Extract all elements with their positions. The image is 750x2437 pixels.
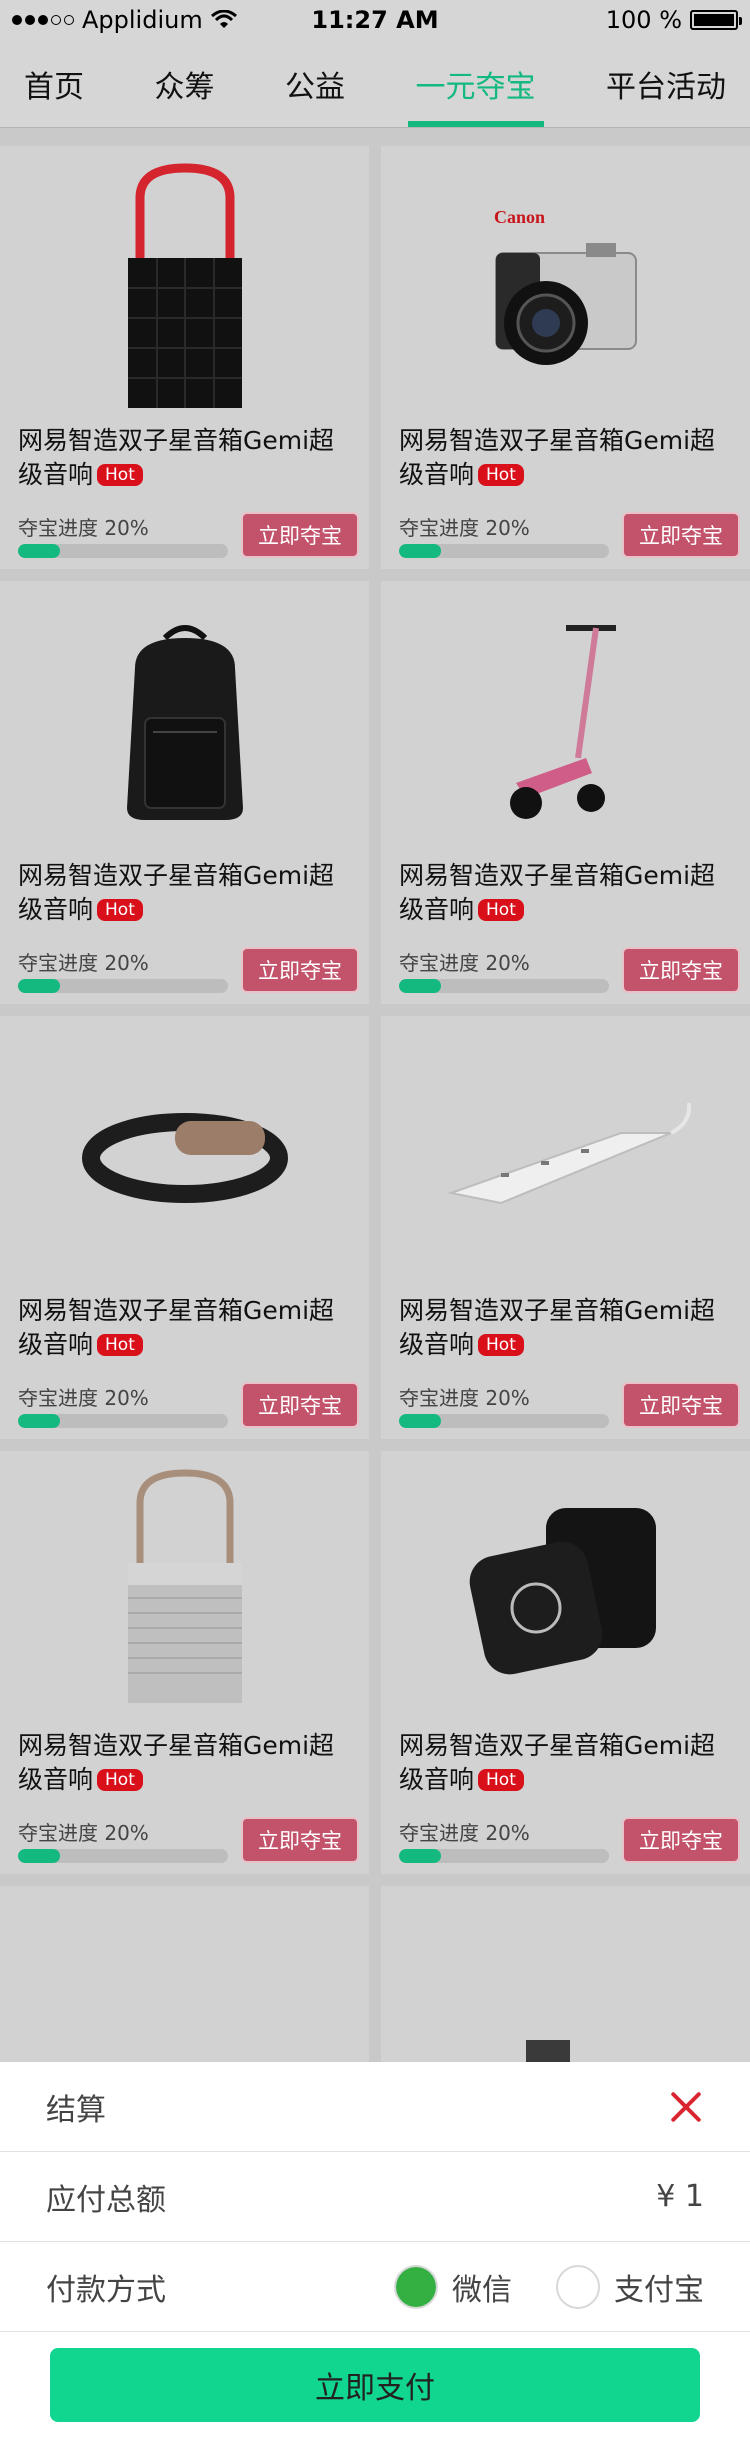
progress-bar	[399, 1414, 609, 1428]
tab-crowdfunding[interactable]: 众筹	[147, 40, 223, 127]
tab-home[interactable]: 首页	[16, 40, 92, 127]
hot-badge: Hot	[97, 899, 143, 921]
battery-percent: 100 %	[605, 6, 682, 34]
product-title: 网易智造双子星音箱Gemi超级音响 Hot	[18, 1731, 335, 1794]
camera-icon: Canon	[494, 207, 637, 365]
progress-bar	[18, 1414, 228, 1428]
category-tabs: 首页 众筹 公益 一元夺宝 平台活动	[0, 40, 750, 128]
progress-bar	[18, 979, 228, 993]
progress-label: 夺宝进度 20%	[399, 951, 530, 975]
checkout-title: 结算	[46, 2092, 106, 2128]
product-title: 网易智造双子星音箱Gemi超级音响 Hot	[399, 1731, 716, 1794]
payment-option-label: 微信	[452, 2272, 512, 2308]
progress-label: 夺宝进度 20%	[18, 516, 149, 540]
product-title: 网易智造双子星音箱Gemi超级音响 Hot	[18, 861, 335, 924]
clock: 11:27 AM	[311, 6, 439, 34]
close-icon[interactable]	[668, 2089, 704, 2125]
signal-icon	[12, 15, 74, 25]
buy-now-button[interactable]: 立即夺宝	[622, 1817, 740, 1863]
svg-text:Canon: Canon	[494, 207, 545, 227]
progress-bar	[18, 1849, 228, 1863]
buy-now-button[interactable]: 立即夺宝	[622, 1382, 740, 1428]
tab-charity[interactable]: 公益	[277, 40, 353, 127]
status-right: 100 %	[605, 6, 742, 34]
product-card[interactable]: Canon 网易智造双子星音箱Gemi超级音响 Hot 夺宝进度 20% 立即夺宝	[381, 146, 750, 569]
progress-label: 夺宝进度 20%	[18, 1821, 149, 1845]
product-card[interactable]: 网易智造双子星音箱Gemi超级音响 Hot 夺宝进度 20% 立即夺宝	[381, 1451, 750, 1874]
status-bar: Applidium 11:27 AM 100 %	[0, 0, 750, 40]
buy-now-button[interactable]: 立即夺宝	[241, 947, 359, 993]
wifi-icon	[210, 10, 237, 28]
scooter-icon	[509, 625, 616, 819]
product-card[interactable]: 网易智造双子星音箱Gemi超级音响 Hot 夺宝进度 20% 立即夺宝	[0, 581, 369, 1004]
product-title: 网易智造双子星音箱Gemi超级音响 Hot	[18, 1296, 335, 1359]
product-title: 网易智造双子星音箱Gemi超级音响 Hot	[399, 426, 716, 489]
tab-platform-events[interactable]: 平台活动	[598, 40, 734, 127]
payment-option-label: 支付宝	[614, 2272, 704, 2308]
product-image	[0, 1016, 369, 1290]
product-title: 网易智造双子星音箱Gemi超级音响 Hot	[399, 1296, 716, 1359]
hot-badge: Hot	[478, 1334, 524, 1356]
payment-options: 微信 支付宝	[394, 2264, 704, 2309]
product-image	[0, 1451, 369, 1725]
pay-now-button[interactable]: 立即支付	[50, 2348, 700, 2422]
product-card[interactable]: 网易智造双子星音箱Gemi超级音响 Hot 夺宝进度 20% 立即夺宝	[381, 581, 750, 1004]
progress-bar	[18, 544, 228, 558]
product-card[interactable]: 网易智造双子星音箱Gemi超级音响 Hot 夺宝进度 20% 立即夺宝	[0, 1016, 369, 1439]
radio-unchecked-icon[interactable]	[556, 2264, 600, 2309]
product-image	[381, 1451, 750, 1725]
progress-label: 夺宝进度 20%	[18, 1386, 149, 1410]
progress-label: 夺宝进度 20%	[399, 516, 530, 540]
hot-badge: Hot	[97, 1769, 143, 1791]
product-card[interactable]: 网易智造双子星音箱Gemi超级音响 Hot 夺宝进度 20% 立即夺宝	[0, 1451, 369, 1874]
progress-bar	[399, 544, 609, 558]
buy-now-button[interactable]: 立即夺宝	[622, 947, 740, 993]
product-image	[0, 146, 369, 420]
hot-badge: Hot	[97, 1334, 143, 1356]
payment-label: 付款方式	[46, 2272, 166, 2308]
total-label: 应付总额	[46, 2182, 166, 2218]
product-image	[381, 1016, 750, 1290]
product-grid: 网易智造双子星音箱Gemi超级音响 Hot 夺宝进度 20% 立即夺宝 Canon…	[0, 146, 750, 2309]
radio-checked-icon[interactable]	[394, 2264, 438, 2309]
product-image	[381, 581, 750, 855]
product-card[interactable]: 网易智造双子星音箱Gemi超级音响 Hot 夺宝进度 20% 立即夺宝	[0, 146, 369, 569]
hot-badge: Hot	[478, 1769, 524, 1791]
checkout-header: 结算	[0, 2062, 750, 2152]
speaker-grey-icon	[127, 1469, 242, 1703]
speaker-black-icon	[127, 163, 242, 408]
tab-one-yuan-treasure[interactable]: 一元夺宝	[407, 40, 544, 127]
battery-icon	[690, 10, 742, 30]
hot-badge: Hot	[478, 464, 524, 486]
product-image: Canon	[381, 146, 750, 420]
product-title: 网易智造双子星音箱Gemi超级音响 Hot	[399, 861, 716, 924]
product-card[interactable]: 网易智造双子星音箱Gemi超级音响 Hot 夺宝进度 20% 立即夺宝	[381, 1016, 750, 1439]
payment-method-row: 付款方式 微信 支付宝	[0, 2242, 750, 2332]
buy-now-button[interactable]: 立即夺宝	[622, 512, 740, 558]
buy-now-button[interactable]: 立即夺宝	[241, 1817, 359, 1863]
progress-label: 夺宝进度 20%	[399, 1386, 530, 1410]
hot-badge: Hot	[97, 464, 143, 486]
total-value: ¥ 1	[656, 2179, 704, 2214]
wristband-icon	[81, 1113, 288, 1203]
progress-bar	[399, 979, 609, 993]
total-row: 应付总额 ¥ 1	[0, 2152, 750, 2242]
product-title: 网易智造双子星音箱Gemi超级音响 Hot	[18, 426, 335, 489]
status-left: Applidium	[12, 6, 237, 34]
progress-bar	[399, 1849, 609, 1863]
backpack-icon	[126, 625, 243, 820]
buy-now-button[interactable]: 立即夺宝	[241, 1382, 359, 1428]
power-strip-icon	[446, 1102, 691, 1205]
speaker-cube-icon	[469, 1508, 656, 1675]
payment-option-wechat[interactable]: 微信	[394, 2264, 512, 2309]
carrier-name: Applidium	[82, 6, 203, 34]
hot-badge: Hot	[478, 899, 524, 921]
product-image	[0, 581, 369, 855]
payment-option-alipay[interactable]: 支付宝	[556, 2264, 704, 2309]
progress-label: 夺宝进度 20%	[399, 1821, 530, 1845]
progress-label: 夺宝进度 20%	[18, 951, 149, 975]
buy-now-button[interactable]: 立即夺宝	[241, 512, 359, 558]
checkout-sheet: 结算 应付总额 ¥ 1 付款方式 微信 支付宝 立即支付	[0, 2062, 750, 2437]
